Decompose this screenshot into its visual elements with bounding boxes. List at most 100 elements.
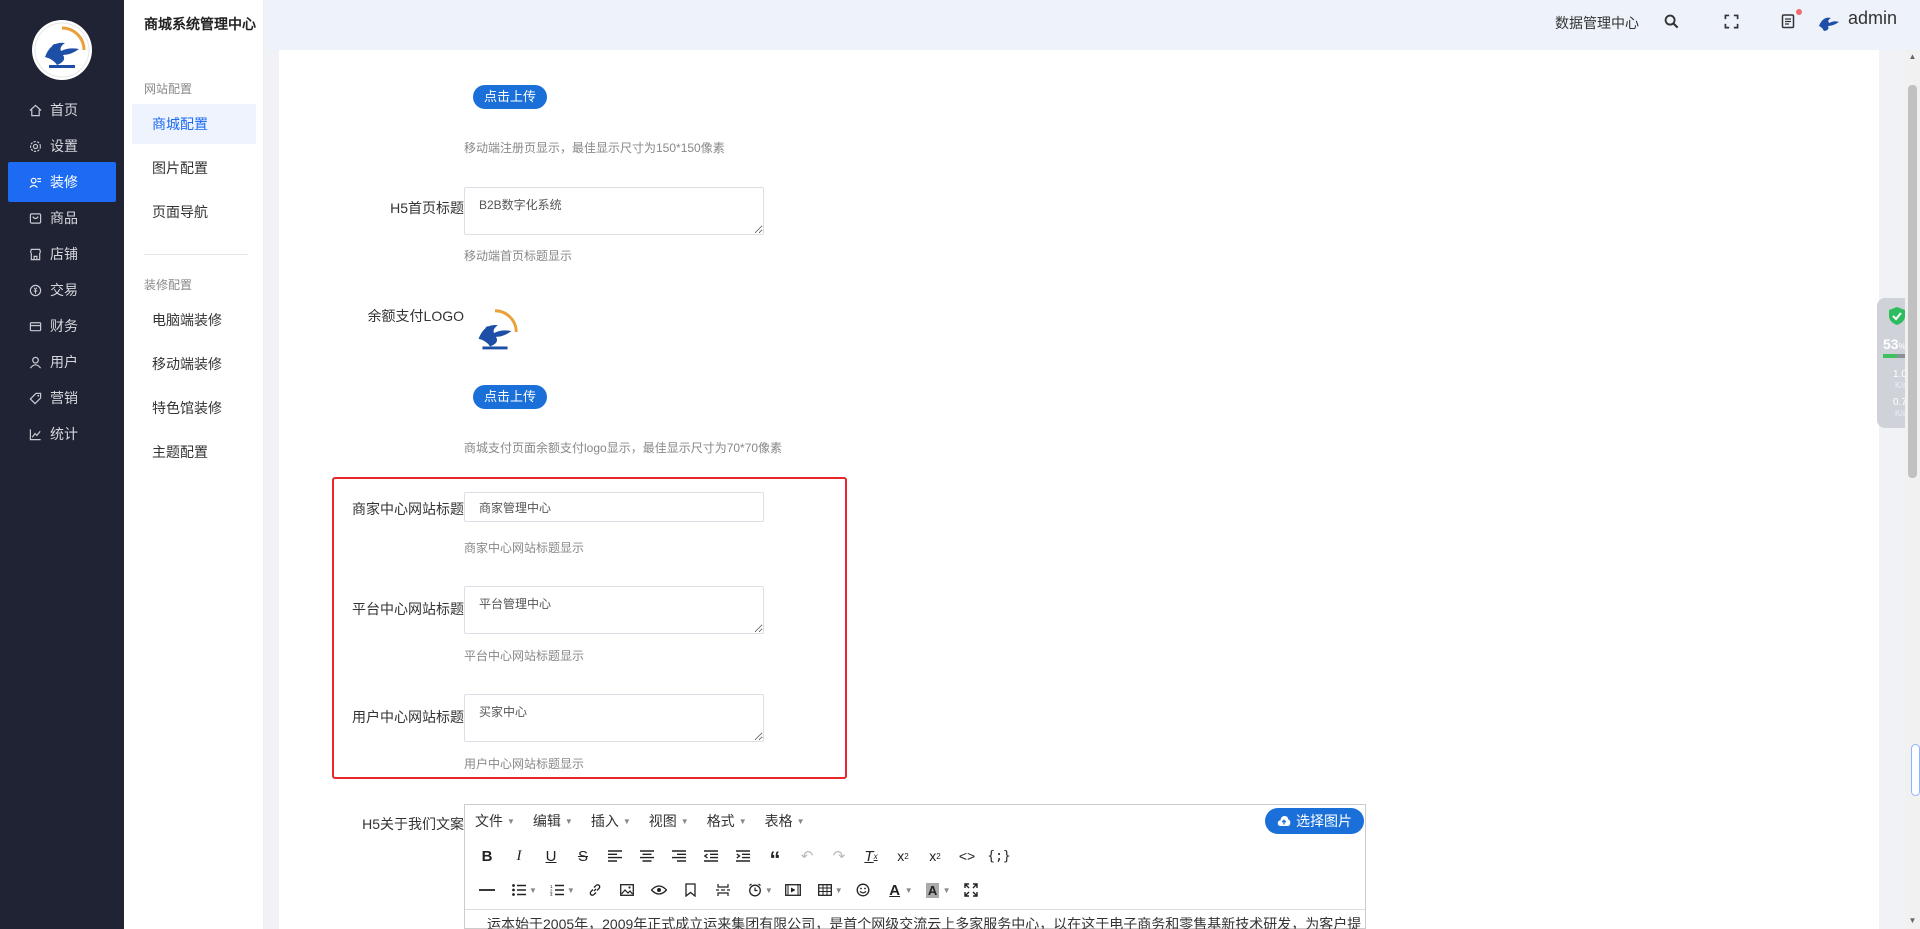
sidebar-item-label: 店铺 [50, 246, 78, 262]
subnav-item-page-nav[interactable]: 页面导航 [132, 192, 256, 232]
sub-sidebar: 商城系统管理中心 网站配置 商城配置 图片配置 页面导航 装修配置 电脑端装修 … [124, 0, 264, 929]
rich-text-editor[interactable]: 文件 ▼ 编辑 ▼ 插入 ▼ 视图 ▼ 格式 ▼ 表格 ▼ 选择图片 B I U S [464, 804, 1366, 929]
subnav-item-mobile-decoration[interactable]: 移动端装修 [132, 344, 256, 384]
side-scroll-handle[interactable] [1911, 744, 1920, 796]
chevron-down-icon[interactable]: ▼ [835, 886, 843, 895]
emoji-icon[interactable] [847, 877, 879, 903]
sidebar-item-store[interactable]: 店铺 [8, 234, 116, 274]
subnav-group-decoration: 装修配置 [144, 278, 193, 292]
sidebar-item-stats[interactable]: 统计 [8, 414, 116, 454]
bookmark-icon[interactable] [675, 877, 707, 903]
chevron-down-icon[interactable]: ▼ [529, 886, 537, 895]
sidebar-item-decoration[interactable]: 装修 [8, 162, 116, 202]
clear-format-icon[interactable]: Tx [855, 843, 887, 869]
marketing-icon [28, 391, 42, 405]
notification-badge [1796, 9, 1802, 15]
subnav-item-mall-config[interactable]: 商城配置 [132, 104, 256, 144]
cpu-percent: 53% [1883, 336, 1906, 352]
sidebar-item-users[interactable]: 用户 [8, 342, 116, 382]
sidebar-item-label: 装修 [50, 174, 78, 190]
code-icon[interactable]: <> [951, 843, 983, 869]
menu-view[interactable]: 视图 ▼ [649, 811, 689, 831]
italic-button[interactable]: I [503, 843, 535, 869]
finance-icon [28, 319, 42, 333]
upload-balance-logo-button[interactable]: 点击上传 [473, 385, 548, 409]
horizontal-rule-icon[interactable] [471, 877, 503, 903]
user-title-input[interactable] [464, 694, 764, 742]
chevron-down-icon: ▼ [796, 816, 805, 826]
gear-icon [28, 139, 42, 153]
blockquote-icon[interactable]: “ [759, 843, 791, 871]
app-title: 商城系统管理中心 [144, 16, 256, 32]
avatar[interactable] [1818, 12, 1840, 34]
select-image-button[interactable]: 选择图片 [1265, 808, 1364, 834]
fullscreen-icon[interactable] [955, 877, 987, 903]
brand-logo[interactable] [32, 20, 92, 80]
trade-icon [28, 283, 42, 297]
subnav-item-feature-decoration[interactable]: 特色馆装修 [132, 388, 256, 428]
align-center-icon[interactable] [631, 843, 663, 869]
vertical-scrollbar[interactable]: ▲ ▼ [1905, 50, 1920, 929]
sidebar-item-settings[interactable]: 设置 [8, 126, 116, 166]
indent-icon[interactable] [727, 843, 759, 869]
sidebar-item-marketing[interactable]: 营销 [8, 378, 116, 418]
sidebar-item-home[interactable]: 首页 [8, 90, 116, 130]
username[interactable]: admin [1848, 8, 1897, 29]
scroll-down-icon[interactable]: ▼ [1908, 916, 1917, 925]
menu-insert[interactable]: 插入 ▼ [591, 811, 631, 831]
undo-icon[interactable]: ↶ [791, 843, 823, 869]
superscript-icon[interactable]: x2 [919, 843, 951, 869]
data-center-link[interactable]: 数据管理中心 [1555, 13, 1639, 33]
sidebar-item-goods[interactable]: 商品 [8, 198, 116, 238]
h5-title-input[interactable] [464, 187, 764, 235]
search-icon[interactable] [1660, 10, 1682, 32]
align-left-icon[interactable] [599, 843, 631, 869]
editor-content-area[interactable]: 运本始于2005年，2009年正式成立运来集团有限公司，是首个网级交流云上多家服… [465, 909, 1365, 929]
subscript-icon[interactable]: x2 [887, 843, 919, 869]
subnav-item-theme-config[interactable]: 主题配置 [132, 432, 256, 472]
image-icon[interactable] [611, 877, 643, 903]
subnav-item-pc-decoration[interactable]: 电脑端装修 [132, 300, 256, 340]
balance-logo-hint: 商城支付页面余额支付logo显示，最佳显示尺寸为70*70像素 [464, 441, 783, 455]
chevron-down-icon[interactable]: ▼ [943, 886, 951, 895]
scroll-up-icon[interactable]: ▲ [1908, 52, 1917, 61]
fullscreen-icon[interactable] [1720, 10, 1742, 32]
bold-button[interactable]: B [471, 843, 503, 869]
sidebar-item-finance[interactable]: 财务 [8, 306, 116, 346]
platform-title-input[interactable] [464, 586, 764, 634]
editor-toolbar-1: B I U S “ ↶ ↷ Tx x2 x2 <> {;} [465, 839, 1015, 873]
platform-title-label: 平台中心网站标题 [352, 601, 464, 617]
sidebar-item-label: 首页 [50, 102, 78, 118]
chevron-down-icon[interactable]: ▼ [567, 886, 575, 895]
scrollbar-thumb[interactable] [1908, 85, 1917, 478]
menu-file[interactable]: 文件 ▼ [475, 811, 515, 831]
page-break-icon[interactable] [707, 877, 739, 903]
preview-eye-icon[interactable] [643, 877, 675, 903]
media-icon[interactable] [777, 877, 809, 903]
outdent-icon[interactable] [695, 843, 727, 869]
store-icon [28, 247, 42, 261]
chevron-down-icon[interactable]: ▼ [905, 886, 913, 895]
chevron-down-icon: ▼ [738, 816, 747, 826]
subnav-item-image-config[interactable]: 图片配置 [132, 148, 256, 188]
menu-table[interactable]: 表格 ▼ [765, 811, 805, 831]
chevron-down-icon[interactable]: ▼ [765, 886, 773, 895]
merchant-title-hint: 商家中心网站标题显示 [464, 541, 585, 555]
sidebar-item-trade[interactable]: 交易 [8, 270, 116, 310]
sidebar-item-label: 统计 [50, 426, 78, 442]
balance-logo-image [467, 304, 523, 360]
link-icon[interactable] [579, 877, 611, 903]
underline-button[interactable]: U [535, 843, 567, 869]
settings-form: 点击上传 移动端注册页显示，最佳显示尺寸为150*150像素 H5首页标题 移动… [279, 50, 1879, 929]
code-sample-icon[interactable]: {;} [983, 843, 1015, 869]
upload-register-logo-button[interactable]: 点击上传 [473, 85, 548, 109]
h5-title-label: H5首页标题 [390, 200, 464, 216]
align-right-icon[interactable] [663, 843, 695, 869]
sidebar-item-label: 财务 [50, 318, 78, 334]
menu-edit[interactable]: 编辑 ▼ [533, 811, 573, 831]
menu-format[interactable]: 格式 ▼ [707, 811, 747, 831]
strikethrough-button[interactable]: S [567, 843, 599, 869]
redo-icon[interactable]: ↷ [823, 843, 855, 869]
user-title-hint: 用户中心网站标题显示 [464, 757, 585, 771]
merchant-title-input[interactable] [464, 492, 764, 522]
